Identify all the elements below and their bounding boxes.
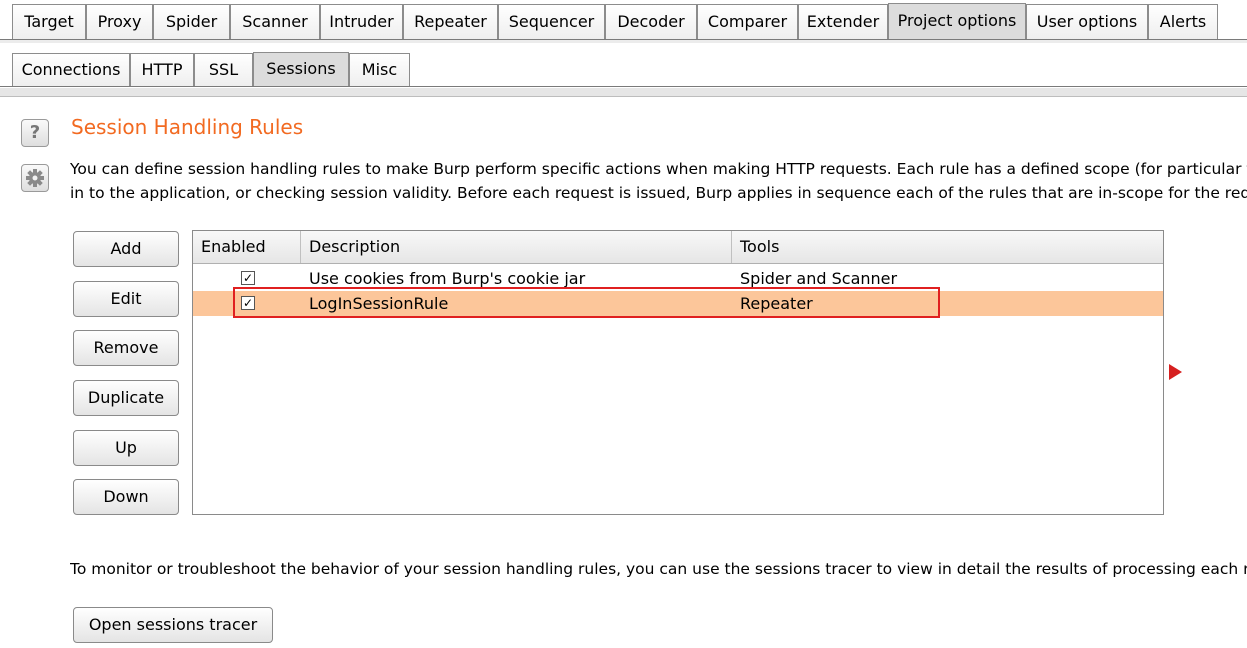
tab-target[interactable]: Target bbox=[12, 4, 86, 40]
enabled-checkbox[interactable]: ✓ bbox=[241, 271, 255, 285]
section-description-line-1: You can define session handling rules to… bbox=[70, 160, 1247, 178]
add-button[interactable]: Add bbox=[73, 231, 179, 267]
section-title: Session Handling Rules bbox=[71, 115, 304, 139]
tab-sequencer[interactable]: Sequencer bbox=[498, 4, 605, 40]
gear-icon[interactable] bbox=[21, 164, 49, 192]
tab-proxy[interactable]: Proxy bbox=[86, 4, 153, 40]
gear-icon-glyph bbox=[26, 169, 44, 187]
remove-button[interactable]: Remove bbox=[73, 330, 179, 366]
tab-comparer[interactable]: Comparer bbox=[697, 4, 798, 40]
tab-alerts[interactable]: Alerts bbox=[1148, 4, 1218, 40]
tab-decoder[interactable]: Decoder bbox=[605, 4, 697, 40]
subtab-connections[interactable]: Connections bbox=[12, 53, 130, 87]
subtab-sessions[interactable]: Sessions bbox=[253, 52, 349, 87]
sub-tab-divider bbox=[0, 86, 1247, 87]
tab-extender[interactable]: Extender bbox=[798, 4, 888, 40]
tab-project-options[interactable]: Project options bbox=[888, 3, 1026, 40]
edit-button[interactable]: Edit bbox=[73, 281, 179, 317]
tab-bar-shade bbox=[0, 40, 1247, 43]
section-description-line-2: in to the application, or checking sessi… bbox=[70, 184, 1247, 202]
annotation-highlight-box bbox=[233, 287, 940, 318]
subtab-misc[interactable]: Misc bbox=[349, 53, 410, 87]
column-header-enabled[interactable]: Enabled bbox=[193, 231, 301, 263]
session-rules-table[interactable]: Enabled Description Tools ✓ Use cookies … bbox=[192, 230, 1164, 515]
tab-repeater[interactable]: Repeater bbox=[403, 4, 498, 40]
table-header: Enabled Description Tools bbox=[193, 231, 1163, 264]
tracer-description: To monitor or troubleshoot the behavior … bbox=[70, 560, 1247, 578]
up-button[interactable]: Up bbox=[73, 430, 179, 466]
tab-intruder[interactable]: Intruder bbox=[320, 4, 403, 40]
open-sessions-tracer-button[interactable]: Open sessions tracer bbox=[73, 607, 273, 643]
red-arrow-icon bbox=[1169, 364, 1182, 380]
subtab-ssl[interactable]: SSL bbox=[194, 53, 253, 87]
help-icon[interactable]: ? bbox=[21, 119, 49, 147]
panel-border-line bbox=[0, 96, 1247, 97]
duplicate-button[interactable]: Duplicate bbox=[73, 380, 179, 416]
tab-spider[interactable]: Spider bbox=[153, 4, 230, 40]
column-header-tools[interactable]: Tools bbox=[732, 231, 1163, 263]
column-header-description[interactable]: Description bbox=[301, 231, 732, 263]
panel-border bbox=[0, 88, 1247, 96]
tab-scanner[interactable]: Scanner bbox=[230, 4, 320, 40]
down-button[interactable]: Down bbox=[73, 479, 179, 515]
sub-tab-bar: Connections HTTP SSL Sessions Misc bbox=[0, 44, 1247, 88]
subtab-http[interactable]: HTTP bbox=[130, 53, 194, 87]
tab-user-options[interactable]: User options bbox=[1026, 4, 1148, 40]
main-tab-bar: Target Proxy Spider Scanner Intruder Rep… bbox=[0, 0, 1247, 44]
